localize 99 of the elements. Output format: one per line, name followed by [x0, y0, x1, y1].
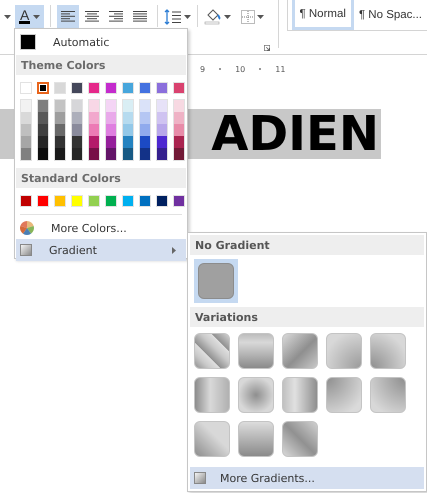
- shade-swatch[interactable]: [123, 148, 133, 160]
- shade-swatch[interactable]: [55, 124, 65, 136]
- shade-swatch[interactable]: [123, 112, 133, 124]
- shade-swatch[interactable]: [21, 124, 31, 136]
- section-header: Variations: [190, 307, 424, 327]
- ruler-tick: [219, 68, 222, 70]
- shade-swatch[interactable]: [21, 112, 31, 124]
- shade-swatch[interactable]: [140, 136, 150, 148]
- section-header: Theme Colors: [16, 55, 186, 75]
- ruler-tick: [259, 68, 262, 70]
- shade-swatch[interactable]: [38, 100, 48, 112]
- caret-icon[interactable]: [184, 14, 191, 18]
- shade-swatch[interactable]: [157, 148, 167, 160]
- shade-swatch[interactable]: [140, 148, 150, 160]
- caret-icon[interactable]: [224, 14, 231, 18]
- automatic-item[interactable]: Automatic: [16, 31, 186, 53]
- shade-swatch[interactable]: [157, 136, 167, 148]
- color-wheel-icon: [20, 221, 34, 235]
- shade-swatch[interactable]: [174, 148, 184, 160]
- shade-swatch[interactable]: [123, 124, 133, 136]
- shade-swatch[interactable]: [55, 136, 65, 148]
- shade-swatch[interactable]: [157, 124, 167, 136]
- gradient-option[interactable]: [326, 333, 362, 369]
- shade-swatch[interactable]: [174, 112, 184, 124]
- shade-swatch[interactable]: [157, 112, 167, 124]
- shade-swatch[interactable]: [89, 148, 99, 160]
- more-colors-item[interactable]: More Colors...: [16, 217, 186, 239]
- borders-icon[interactable]: [240, 10, 255, 24]
- document-text: ADIEN: [211, 106, 379, 162]
- shading-icon[interactable]: [204, 8, 222, 25]
- shade-swatch[interactable]: [55, 100, 65, 112]
- shade-swatch[interactable]: [21, 100, 31, 112]
- more-gradients-item[interactable]: More Gradients...: [190, 467, 424, 489]
- ruler-number: 10: [235, 64, 246, 74]
- shade-swatch[interactable]: [38, 136, 48, 148]
- shade-swatch[interactable]: [21, 136, 31, 148]
- submenu-arrow-icon: [172, 246, 176, 254]
- align-right-icon: [109, 11, 124, 22]
- shade-swatch[interactable]: [21, 148, 31, 160]
- ruler-number: 11: [275, 64, 286, 74]
- caret-icon[interactable]: [33, 14, 40, 18]
- gradient-option[interactable]: [238, 421, 274, 457]
- shade-swatch[interactable]: [123, 100, 133, 112]
- section-header: No Gradient: [190, 235, 424, 255]
- dialog-launcher-icon[interactable]: [264, 44, 270, 52]
- no-gradient-option[interactable]: [194, 259, 238, 303]
- line-spacing-icon[interactable]: [164, 8, 182, 24]
- shade-swatch[interactable]: [89, 112, 99, 124]
- shade-swatch[interactable]: [72, 112, 82, 124]
- shade-swatch[interactable]: [89, 100, 99, 112]
- style-option[interactable]: ¶ Normal: [292, 0, 354, 30]
- shade-swatch[interactable]: [55, 112, 65, 124]
- justify-icon: [133, 11, 148, 22]
- shade-swatch[interactable]: [72, 148, 82, 160]
- gradient-option[interactable]: [370, 333, 406, 369]
- shade-swatch[interactable]: [106, 124, 116, 136]
- gradient-icon: [20, 244, 32, 256]
- shade-swatch[interactable]: [174, 100, 184, 112]
- shade-swatch[interactable]: [38, 148, 48, 160]
- gradient-option[interactable]: [238, 333, 274, 369]
- align-center-icon: [85, 11, 100, 22]
- shade-swatch[interactable]: [38, 124, 48, 136]
- section-header: Standard Colors: [16, 168, 186, 188]
- shade-swatch[interactable]: [106, 112, 116, 124]
- shade-swatch[interactable]: [106, 136, 116, 148]
- align-button[interactable]: [57, 5, 80, 28]
- shade-swatch[interactable]: [72, 100, 82, 112]
- caret-icon[interactable]: [256, 14, 264, 18]
- shade-swatch[interactable]: [89, 124, 99, 136]
- gradient-icon: [194, 472, 206, 484]
- gradient-option[interactable]: [194, 421, 230, 457]
- shade-swatch[interactable]: [123, 136, 133, 148]
- color-swatch[interactable]: [37, 82, 49, 94]
- gradient-option[interactable]: [326, 377, 362, 413]
- gradient-item[interactable]: Gradient: [16, 239, 186, 261]
- shade-swatch[interactable]: [72, 136, 82, 148]
- align-left-icon: [61, 11, 76, 22]
- font-caret-icon[interactable]: [4, 14, 11, 18]
- gradient-option[interactable]: [194, 333, 230, 369]
- ruler-number: 9: [200, 64, 206, 74]
- gradient-option[interactable]: [194, 377, 230, 413]
- font-color-button[interactable]: A: [15, 5, 44, 28]
- shade-swatch[interactable]: [174, 124, 184, 136]
- shade-swatch[interactable]: [106, 148, 116, 160]
- shade-swatch[interactable]: [38, 112, 48, 124]
- gradient-option[interactable]: [282, 377, 318, 413]
- shade-swatch[interactable]: [55, 148, 65, 160]
- shade-swatch[interactable]: [72, 124, 82, 136]
- shade-swatch[interactable]: [157, 100, 167, 112]
- shade-swatch[interactable]: [140, 124, 150, 136]
- gradient-option[interactable]: [282, 421, 318, 457]
- shade-swatch[interactable]: [106, 100, 116, 112]
- shade-swatch[interactable]: [140, 112, 150, 124]
- shade-swatch[interactable]: [174, 136, 184, 148]
- shade-swatch[interactable]: [140, 100, 150, 112]
- gradient-option[interactable]: [282, 333, 318, 369]
- shade-swatch[interactable]: [89, 136, 99, 148]
- gradient-option[interactable]: [238, 377, 274, 413]
- gradient-option[interactable]: [370, 377, 406, 413]
